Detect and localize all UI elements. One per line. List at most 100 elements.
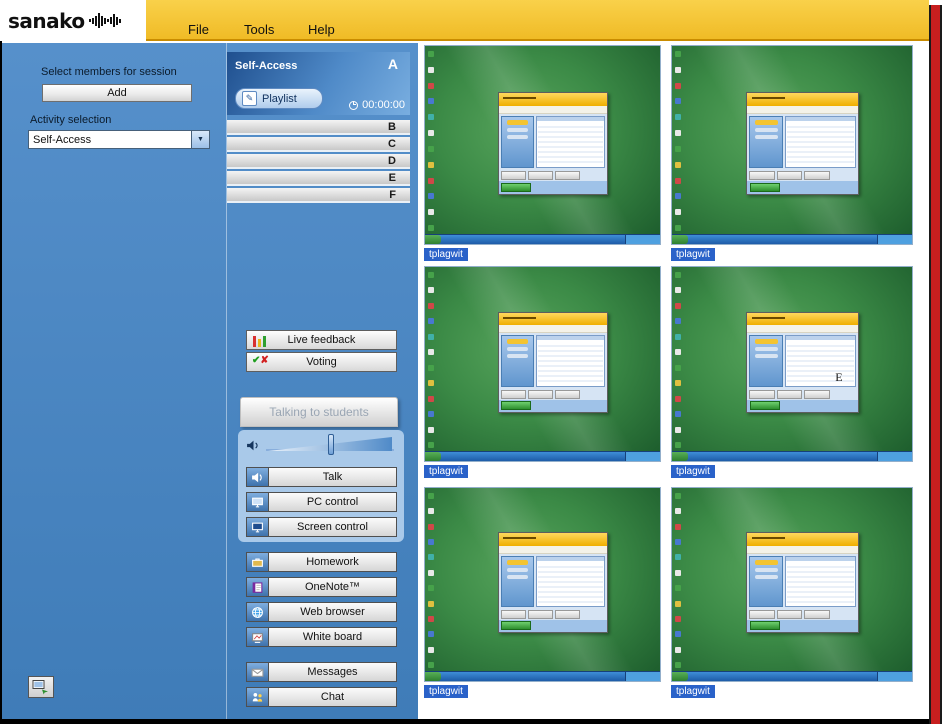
envelope-icon: [247, 663, 269, 681]
volume-thumb[interactable]: [328, 434, 334, 455]
window-sidebar: [749, 116, 783, 169]
student-name-label[interactable]: tplagwit: [671, 685, 715, 698]
student-desktop-preview: E: [671, 266, 913, 462]
student-desktop-preview: [424, 487, 661, 682]
system-tray: [877, 235, 912, 244]
session-timer: 00:00:00: [349, 99, 405, 111]
white-board-label: White board: [269, 628, 396, 646]
menu-tools[interactable]: Tools: [244, 22, 274, 37]
student-screen-thumbnail[interactable]: tplagwit: [424, 266, 661, 462]
student-name-label[interactable]: tplagwit: [671, 465, 715, 478]
homework-label: Homework: [269, 553, 396, 571]
window-title-bar: [499, 313, 607, 326]
chat-button[interactable]: Chat: [246, 687, 397, 707]
chevron-down-icon[interactable]: ▼: [191, 131, 209, 148]
vote-check-cross-icon: ✔✘: [252, 355, 269, 366]
web-browser-button[interactable]: Web browser: [246, 602, 397, 622]
window-sidebar: [501, 116, 534, 169]
student-desktop-preview: [424, 45, 661, 245]
add-button[interactable]: Add: [42, 84, 192, 102]
window-status-strip: [747, 400, 857, 412]
window-body: [499, 114, 607, 171]
start-button-icon: [672, 452, 688, 461]
menu-help[interactable]: Help: [308, 22, 335, 37]
live-feedback-button[interactable]: Live feedback: [246, 330, 397, 350]
student-screen-thumbnail[interactable]: E tplagwit: [671, 266, 913, 462]
select-members-label: Select members for session: [41, 66, 177, 78]
window-status-strip: [499, 620, 607, 632]
live-feedback-label: Live feedback: [288, 334, 356, 346]
session-tab-d[interactable]: D: [227, 154, 410, 169]
whiteboard-icon: [247, 628, 269, 646]
start-button-icon: [672, 235, 688, 244]
speaker-icon: [247, 468, 269, 486]
playlist-button[interactable]: ✎ Playlist: [235, 88, 323, 109]
desktop-icons-column: [428, 272, 435, 448]
session-tab-e[interactable]: E: [227, 171, 410, 186]
start-button-icon: [425, 452, 441, 461]
system-tray: [625, 452, 660, 461]
session-tab-f[interactable]: F: [227, 188, 410, 203]
window-sidebar: [749, 556, 783, 607]
window-list: [536, 116, 605, 169]
taskbar: [672, 234, 912, 244]
student-screen-thumbnail[interactable]: tplagwit: [424, 487, 661, 682]
feedback-bars-icon: [253, 335, 266, 347]
window-title-bar: [747, 93, 857, 106]
desktop-icons-column: [675, 493, 682, 668]
speaker-icon: [246, 439, 261, 457]
talking-to-students-header: Talking to students: [240, 397, 398, 427]
homework-button[interactable]: Homework: [246, 552, 397, 572]
student-name-label[interactable]: tplagwit: [424, 685, 468, 698]
desktop-icons-column: [675, 272, 682, 448]
student-screen-thumbnail[interactable]: tplagwit: [424, 45, 661, 245]
voting-button[interactable]: ✔✘ Voting: [246, 352, 397, 372]
screen-control-button[interactable]: Screen control: [246, 517, 397, 537]
session-tab-c[interactable]: C: [227, 137, 410, 152]
start-button-icon: [425, 672, 441, 681]
clock-icon: [349, 101, 358, 110]
activity-selection-dropdown[interactable]: Self-Access ▼: [28, 130, 210, 149]
menu-file[interactable]: File: [188, 22, 209, 37]
student-name-label[interactable]: tplagwit: [671, 248, 715, 261]
session-tab-a[interactable]: A: [388, 56, 398, 72]
window-status-strip: [499, 400, 607, 412]
window-bottom-edge: [0, 719, 941, 724]
window-list: [536, 335, 605, 386]
talk-button[interactable]: Talk: [246, 467, 397, 487]
student-app-window: [498, 312, 608, 413]
student-screen-thumbnail[interactable]: tplagwit: [671, 487, 913, 682]
sanako-logo: sanako: [0, 0, 146, 41]
student-desktop-preview: [671, 45, 913, 245]
window-menu-bar: [499, 325, 607, 333]
notebook-icon: [247, 578, 269, 596]
pc-control-button[interactable]: PC control: [246, 492, 397, 512]
window-title-bar: [747, 313, 857, 326]
monitor-icon: [247, 493, 269, 511]
voting-label: Voting: [306, 356, 337, 368]
window-body: [499, 554, 607, 609]
messages-label: Messages: [269, 663, 396, 681]
messages-button[interactable]: Messages: [246, 662, 397, 682]
student-name-label[interactable]: tplagwit: [424, 465, 468, 478]
onenote-button[interactable]: OneNote™: [246, 577, 397, 597]
white-board-button[interactable]: White board: [246, 627, 397, 647]
student-screen-thumbnail[interactable]: tplagwit: [671, 45, 913, 245]
window-title-bar: [499, 93, 607, 106]
window-list: [785, 116, 855, 169]
sanako-waveform-icon: [89, 13, 121, 28]
window-sidebar: [501, 335, 534, 386]
student-app-window: [746, 532, 858, 632]
window-footer-buttons: [747, 609, 857, 620]
window-list: [785, 556, 855, 607]
taskbar: [425, 451, 660, 461]
briefcase-icon: [247, 553, 269, 571]
window-body: [747, 554, 857, 609]
activity-selection-label: Activity selection: [30, 114, 111, 126]
onenote-label: OneNote™: [269, 578, 396, 596]
session-tab-b[interactable]: B: [227, 120, 410, 135]
student-name-label[interactable]: tplagwit: [424, 248, 468, 261]
screen-layout-button[interactable]: [28, 676, 54, 698]
window-list: [536, 556, 605, 607]
start-button-icon: [672, 672, 688, 681]
